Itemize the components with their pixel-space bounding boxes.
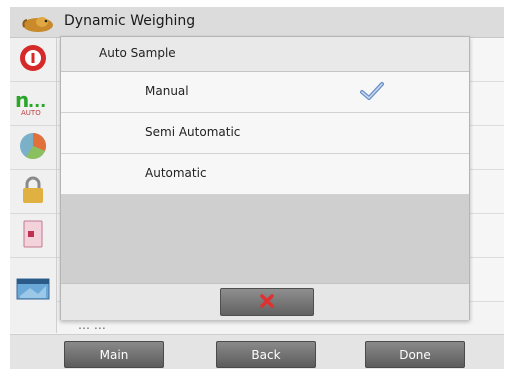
report-icon [21,219,45,253]
dialog-footer [61,283,469,320]
lock-icon [20,175,46,209]
menu-row-label: … … [78,318,106,332]
sidebar: n ... AUTO [10,38,57,333]
cancel-button[interactable] [220,288,314,316]
display-icon [16,278,50,304]
dialog-header: Auto Sample [61,37,469,72]
option-manual[interactable]: Manual [61,72,469,113]
sidebar-item-lockout[interactable] [10,170,56,214]
sidebar-item-display[interactable] [10,258,56,332]
sidebar-item-report[interactable] [10,214,56,258]
option-label: Semi Automatic [145,125,241,139]
x-icon [260,293,274,312]
sidebar-item-application[interactable]: n ... AUTO [10,82,56,126]
page-title: Dynamic Weighing [64,13,196,29]
auto-sample-dialog: Auto Sample Manual Semi Automatic Automa… [60,36,470,320]
title-bar: Dynamic Weighing [10,7,504,38]
application-mode-icon: n ... AUTO [15,87,51,121]
option-label: Manual [145,84,189,98]
back-button[interactable]: Back [216,341,316,368]
dialog-title: Auto Sample [99,46,176,60]
main-button[interactable]: Main [64,341,164,368]
done-button[interactable]: Done [365,341,465,368]
device-screen: Dynamic Weighing … … n ... AUTO Auto Sam… [10,7,504,369]
bottom-nav: Main Back Done [10,334,504,369]
option-semi-automatic[interactable]: Semi Automatic [61,113,469,154]
dynamic-weighing-icon [20,12,56,34]
option-automatic[interactable]: Automatic [61,154,469,195]
sidebar-item-calibration[interactable] [10,126,56,170]
calibration-icon [18,131,48,165]
option-label: Automatic [145,166,207,180]
sidebar-item-info[interactable] [10,38,56,82]
checkmark-icon [359,81,385,101]
info-icon [18,43,48,77]
auto-sub-label: AUTO [21,108,41,117]
